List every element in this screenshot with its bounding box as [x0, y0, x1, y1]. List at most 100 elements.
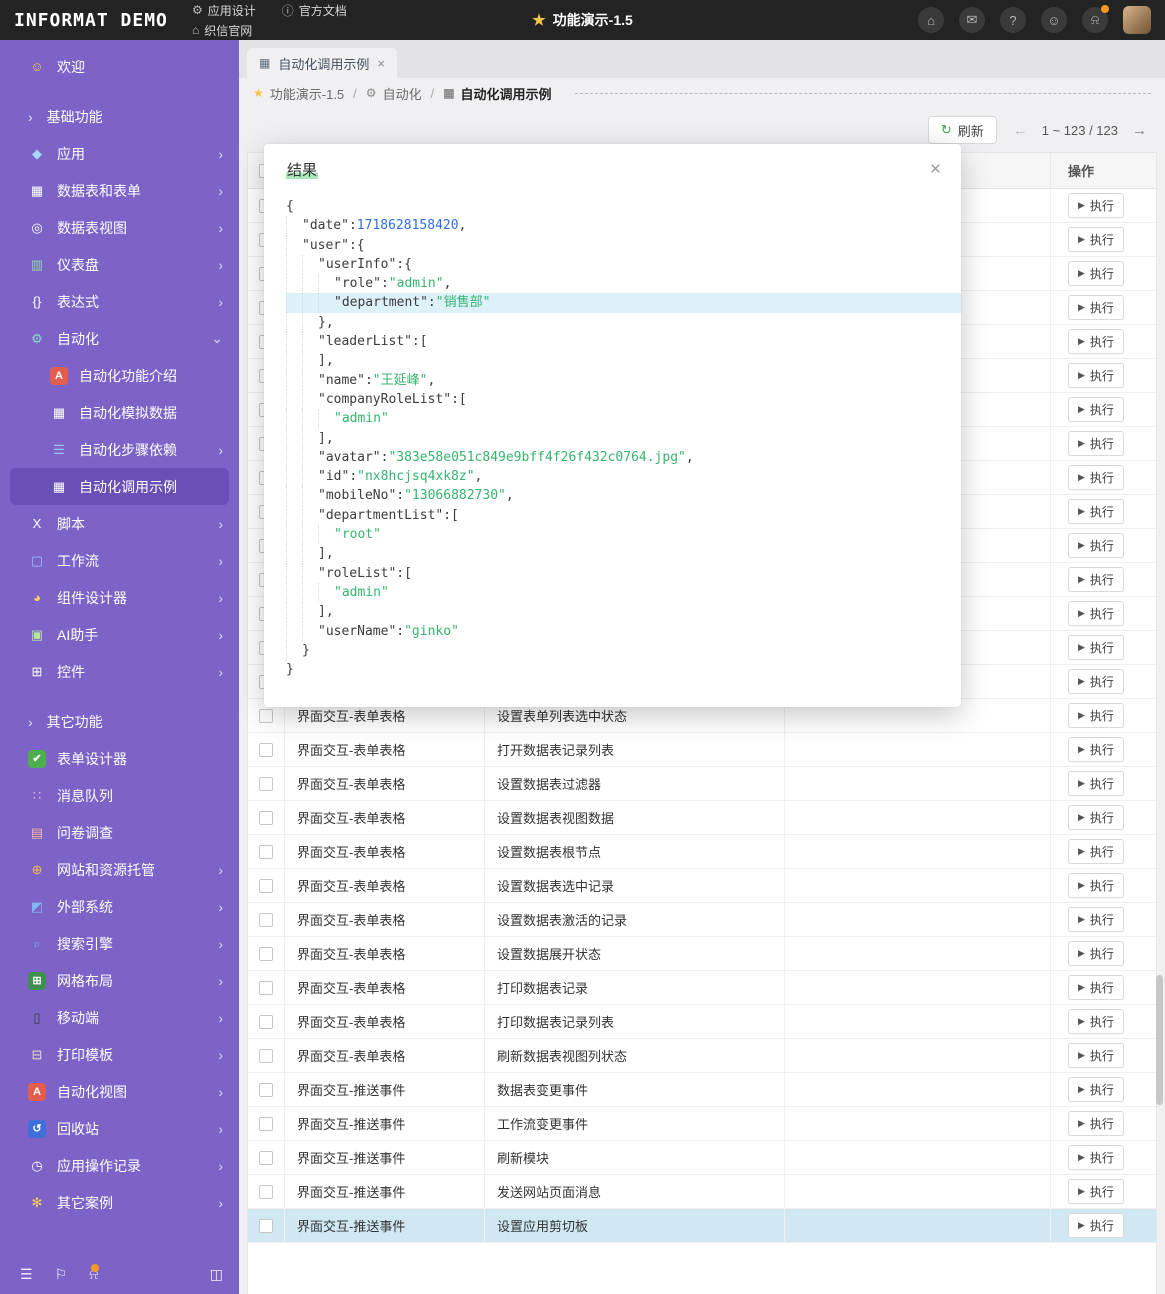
sidebar-item-form-designer[interactable]: ✔ 表单设计器 [0, 740, 239, 777]
execute-button[interactable]: ▶ 执行 [1068, 567, 1124, 592]
sidebar-item-expression[interactable]: {} 表达式 › [0, 283, 239, 320]
execute-button[interactable]: ▶ 执行 [1068, 873, 1124, 898]
sidebar-item-welcome[interactable]: ☺ 欢迎 [0, 48, 239, 85]
notifications-icon[interactable]: ⍾ [1082, 5, 1109, 33]
row-checkbox[interactable] [259, 742, 273, 757]
row-checkbox[interactable] [259, 1116, 273, 1131]
sidebar-section-other-features[interactable]: › 其它功能 [0, 703, 239, 740]
sidebar-item-ai-assistant[interactable]: ▣ AI助手 › [0, 616, 239, 653]
sidebar-item-recycle-bin[interactable]: ↺ 回收站 › [0, 1110, 239, 1147]
table-row[interactable]: 界面交互-推送事件 发送网站页面消息 ▶ 执行 [248, 1175, 1156, 1209]
nav-app-design[interactable]: ⚙ 应用设计 [192, 2, 256, 19]
row-checkbox[interactable] [259, 1048, 273, 1063]
breadcrumb-item-automation[interactable]: ⚙ 自动化 [366, 84, 422, 103]
table-row[interactable]: 界面交互-表单表格 设置数据表激活的记录 ▶ 执行 [248, 903, 1156, 937]
sidebar-item-workflow[interactable]: ▢ 工作流 › [0, 542, 239, 579]
members-icon[interactable]: ☺ [1041, 7, 1067, 33]
execute-button[interactable]: ▶ 执行 [1068, 635, 1124, 660]
table-row[interactable]: 界面交互-表单表格 打印数据表记录 ▶ 执行 [248, 971, 1156, 1005]
execute-button[interactable]: ▶ 执行 [1068, 839, 1124, 864]
execute-button[interactable]: ▶ 执行 [1068, 703, 1124, 728]
scrollbar-thumb[interactable] [1156, 975, 1163, 1105]
sidebar-item-dashboard[interactable]: ▥ 仪表盘 › [0, 246, 239, 283]
execute-button[interactable]: ▶ 执行 [1068, 193, 1124, 218]
row-checkbox[interactable] [259, 912, 273, 927]
execute-button[interactable]: ▶ 执行 [1068, 907, 1124, 932]
breadcrumb-item-automation-call-example[interactable]: ▦ 自动化调用示例 [443, 84, 551, 103]
execute-button[interactable]: ▶ 执行 [1068, 397, 1124, 422]
table-row[interactable]: 界面交互-表单表格 打印数据表记录列表 ▶ 执行 [248, 1005, 1156, 1039]
sidebar-item-grid-layout[interactable]: ⊞ 网格布局 › [0, 962, 239, 999]
execute-button[interactable]: ▶ 执行 [1068, 1009, 1124, 1034]
breadcrumb-item-demo[interactable]: ★ 功能演示-1.5 [253, 84, 344, 103]
row-checkbox[interactable] [259, 878, 273, 893]
execute-button[interactable]: ▶ 执行 [1068, 737, 1124, 762]
bell-icon[interactable]: ⍾ [89, 1263, 100, 1283]
sidebar-item-automation-view[interactable]: A 自动化视图 › [0, 1073, 239, 1110]
sidebar-item-automation-mock-data[interactable]: ▦ 自动化模拟数据 [0, 394, 239, 431]
row-checkbox[interactable] [259, 1082, 273, 1097]
sidebar-item-mobile[interactable]: ▯ 移动端 › [0, 999, 239, 1036]
execute-button[interactable]: ▶ 执行 [1068, 227, 1124, 252]
sidebar-item-app-operation-log[interactable]: ◷ 应用操作记录 › [0, 1147, 239, 1184]
table-row[interactable]: 界面交互-推送事件 工作流变更事件 ▶ 执行 [248, 1107, 1156, 1141]
execute-button[interactable]: ▶ 执行 [1068, 1043, 1124, 1068]
sidebar-item-script[interactable]: X 脚本 › [0, 505, 239, 542]
table-row[interactable]: 界面交互-推送事件 刷新模块 ▶ 执行 [248, 1141, 1156, 1175]
table-row[interactable]: 界面交互-表单表格 设置数据表选中记录 ▶ 执行 [248, 869, 1156, 903]
sidebar-item-print-template[interactable]: ⊟ 打印模板 › [0, 1036, 239, 1073]
feedback-icon[interactable]: ✉ [959, 7, 985, 33]
execute-button[interactable]: ▶ 执行 [1068, 1145, 1124, 1170]
execute-button[interactable]: ▶ 执行 [1068, 1111, 1124, 1136]
collapse-panel-icon[interactable]: ◫ [210, 1266, 223, 1283]
table-row[interactable]: 界面交互-推送事件 数据表变更事件 ▶ 执行 [248, 1073, 1156, 1107]
table-row[interactable]: 界面交互-表单表格 设置数据表视图数据 ▶ 执行 [248, 801, 1156, 835]
execute-button[interactable]: ▶ 执行 [1068, 669, 1124, 694]
sidebar-item-table-views[interactable]: ◎ 数据表视图 › [0, 209, 239, 246]
menu-icon[interactable]: ☰ [20, 1266, 33, 1283]
execute-button[interactable]: ▶ 执行 [1068, 601, 1124, 626]
close-icon[interactable]: × [930, 160, 941, 179]
table-row[interactable]: 界面交互-表单表格 刷新数据表视图列状态 ▶ 执行 [248, 1039, 1156, 1073]
execute-button[interactable]: ▶ 执行 [1068, 1077, 1124, 1102]
sidebar-item-automation-intro[interactable]: A 自动化功能介绍 [0, 357, 239, 394]
sidebar-item-component-designer[interactable]: ◕ 组件设计器 › [0, 579, 239, 616]
execute-button[interactable]: ▶ 执行 [1068, 1179, 1124, 1204]
sidebar-item-other-cases[interactable]: ✻ 其它案例 › [0, 1184, 239, 1221]
execute-button[interactable]: ▶ 执行 [1068, 975, 1124, 1000]
table-row[interactable]: 界面交互-表单表格 设置数据表根节点 ▶ 执行 [248, 835, 1156, 869]
execute-button[interactable]: ▶ 执行 [1068, 771, 1124, 796]
table-row[interactable]: 界面交互-表单表格 设置数据表过滤器 ▶ 执行 [248, 767, 1156, 801]
sidebar-item-automation-call-example[interactable]: ▦ 自动化调用示例 [10, 468, 229, 505]
refresh-button[interactable]: ↻ 刷新 [927, 116, 997, 144]
execute-button[interactable]: ▶ 执行 [1068, 261, 1124, 286]
nav-zhixin-site[interactable]: ⌂ 织信官网 [192, 22, 252, 39]
sidebar-item-search-engine[interactable]: ⌕ 搜索引擎 › [0, 925, 239, 962]
table-row[interactable]: 界面交互-表单表格 打开数据表记录列表 ▶ 执行 [248, 733, 1156, 767]
row-checkbox[interactable] [259, 1184, 273, 1199]
sidebar-item-automation[interactable]: ⚙ 自动化 ⌄ [0, 320, 239, 357]
next-page-icon[interactable]: → [1132, 122, 1147, 139]
row-checkbox[interactable] [259, 1014, 273, 1029]
execute-button[interactable]: ▶ 执行 [1068, 363, 1124, 388]
execute-button[interactable]: ▶ 执行 [1068, 329, 1124, 354]
sidebar-item-message-queue[interactable]: ∷ 消息队列 [0, 777, 239, 814]
execute-button[interactable]: ▶ 执行 [1068, 465, 1124, 490]
sidebar-item-survey[interactable]: ▤ 问卷调查 [0, 814, 239, 851]
execute-button[interactable]: ▶ 执行 [1068, 1213, 1124, 1238]
row-checkbox[interactable] [259, 776, 273, 791]
row-checkbox[interactable] [259, 810, 273, 825]
flag-icon[interactable]: ⚐ [55, 1266, 68, 1283]
row-checkbox[interactable] [259, 980, 273, 995]
user-avatar[interactable] [1123, 6, 1151, 34]
sidebar-item-automation-step-deps[interactable]: ☰ 自动化步骤依赖 › [0, 431, 239, 468]
row-checkbox[interactable] [259, 708, 273, 723]
sidebar-item-external-systems[interactable]: ◩ 外部系统 › [0, 888, 239, 925]
row-checkbox[interactable] [259, 1218, 273, 1233]
sidebar-item-tables-forms[interactable]: ▦ 数据表和表单 › [0, 172, 239, 209]
execute-button[interactable]: ▶ 执行 [1068, 533, 1124, 558]
table-row[interactable]: 界面交互-表单表格 设置数据展开状态 ▶ 执行 [248, 937, 1156, 971]
execute-button[interactable]: ▶ 执行 [1068, 499, 1124, 524]
sidebar-section-basic-features[interactable]: › 基础功能 [0, 98, 239, 135]
help-icon[interactable]: ? [1000, 7, 1026, 33]
